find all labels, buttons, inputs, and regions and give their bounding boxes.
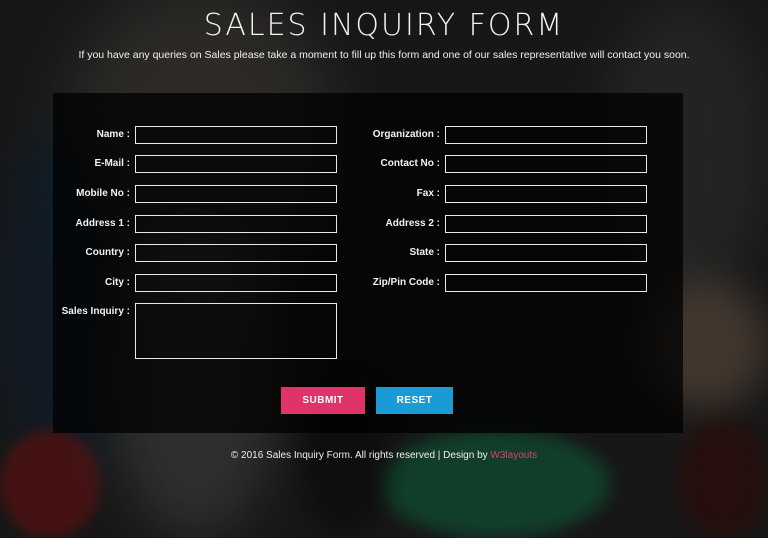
page-subtitle: If you have any queries on Sales please … <box>78 49 690 61</box>
mobile-field[interactable] <box>135 185 337 203</box>
organization-field[interactable] <box>445 126 647 144</box>
sales-inquiry-textarea[interactable] <box>135 303 337 359</box>
sales-inquiry-label: Sales Inquiry : <box>61 306 130 317</box>
zip-field[interactable] <box>445 274 647 292</box>
city-field[interactable] <box>135 274 337 292</box>
state-label: State : <box>409 247 440 258</box>
reset-button[interactable]: RESET <box>376 387 453 414</box>
submit-button[interactable]: SUBMIT <box>281 387 365 414</box>
address1-field[interactable] <box>135 215 337 233</box>
name-field[interactable] <box>135 126 337 144</box>
city-label: City : <box>105 277 130 288</box>
state-field[interactable] <box>445 244 647 262</box>
email-label: E-Mail : <box>94 158 130 169</box>
mobile-label: Mobile No : <box>76 188 130 199</box>
zip-label: Zip/Pin Code : <box>372 277 440 288</box>
country-field[interactable] <box>135 244 337 262</box>
email-field[interactable] <box>135 155 337 173</box>
fax-label: Fax : <box>416 188 440 199</box>
country-label: Country : <box>85 247 130 258</box>
contact-label: Contact No : <box>380 158 440 169</box>
footer-brand-link[interactable]: W3layouts <box>490 450 537 461</box>
address2-label: Address 2 : <box>385 218 440 229</box>
footer-text: © 2016 Sales Inquiry Form. All rights re… <box>230 450 491 461</box>
page-title: SALES INQUIRY FORM <box>203 8 565 43</box>
name-label: Name : <box>96 129 130 140</box>
contact-field[interactable] <box>445 155 647 173</box>
organization-label: Organization : <box>372 129 440 140</box>
address2-field[interactable] <box>445 215 647 233</box>
address1-label: Address 1 : <box>75 218 130 229</box>
footer: © 2016 Sales Inquiry Form. All rights re… <box>0 450 768 461</box>
fax-field[interactable] <box>445 185 647 203</box>
